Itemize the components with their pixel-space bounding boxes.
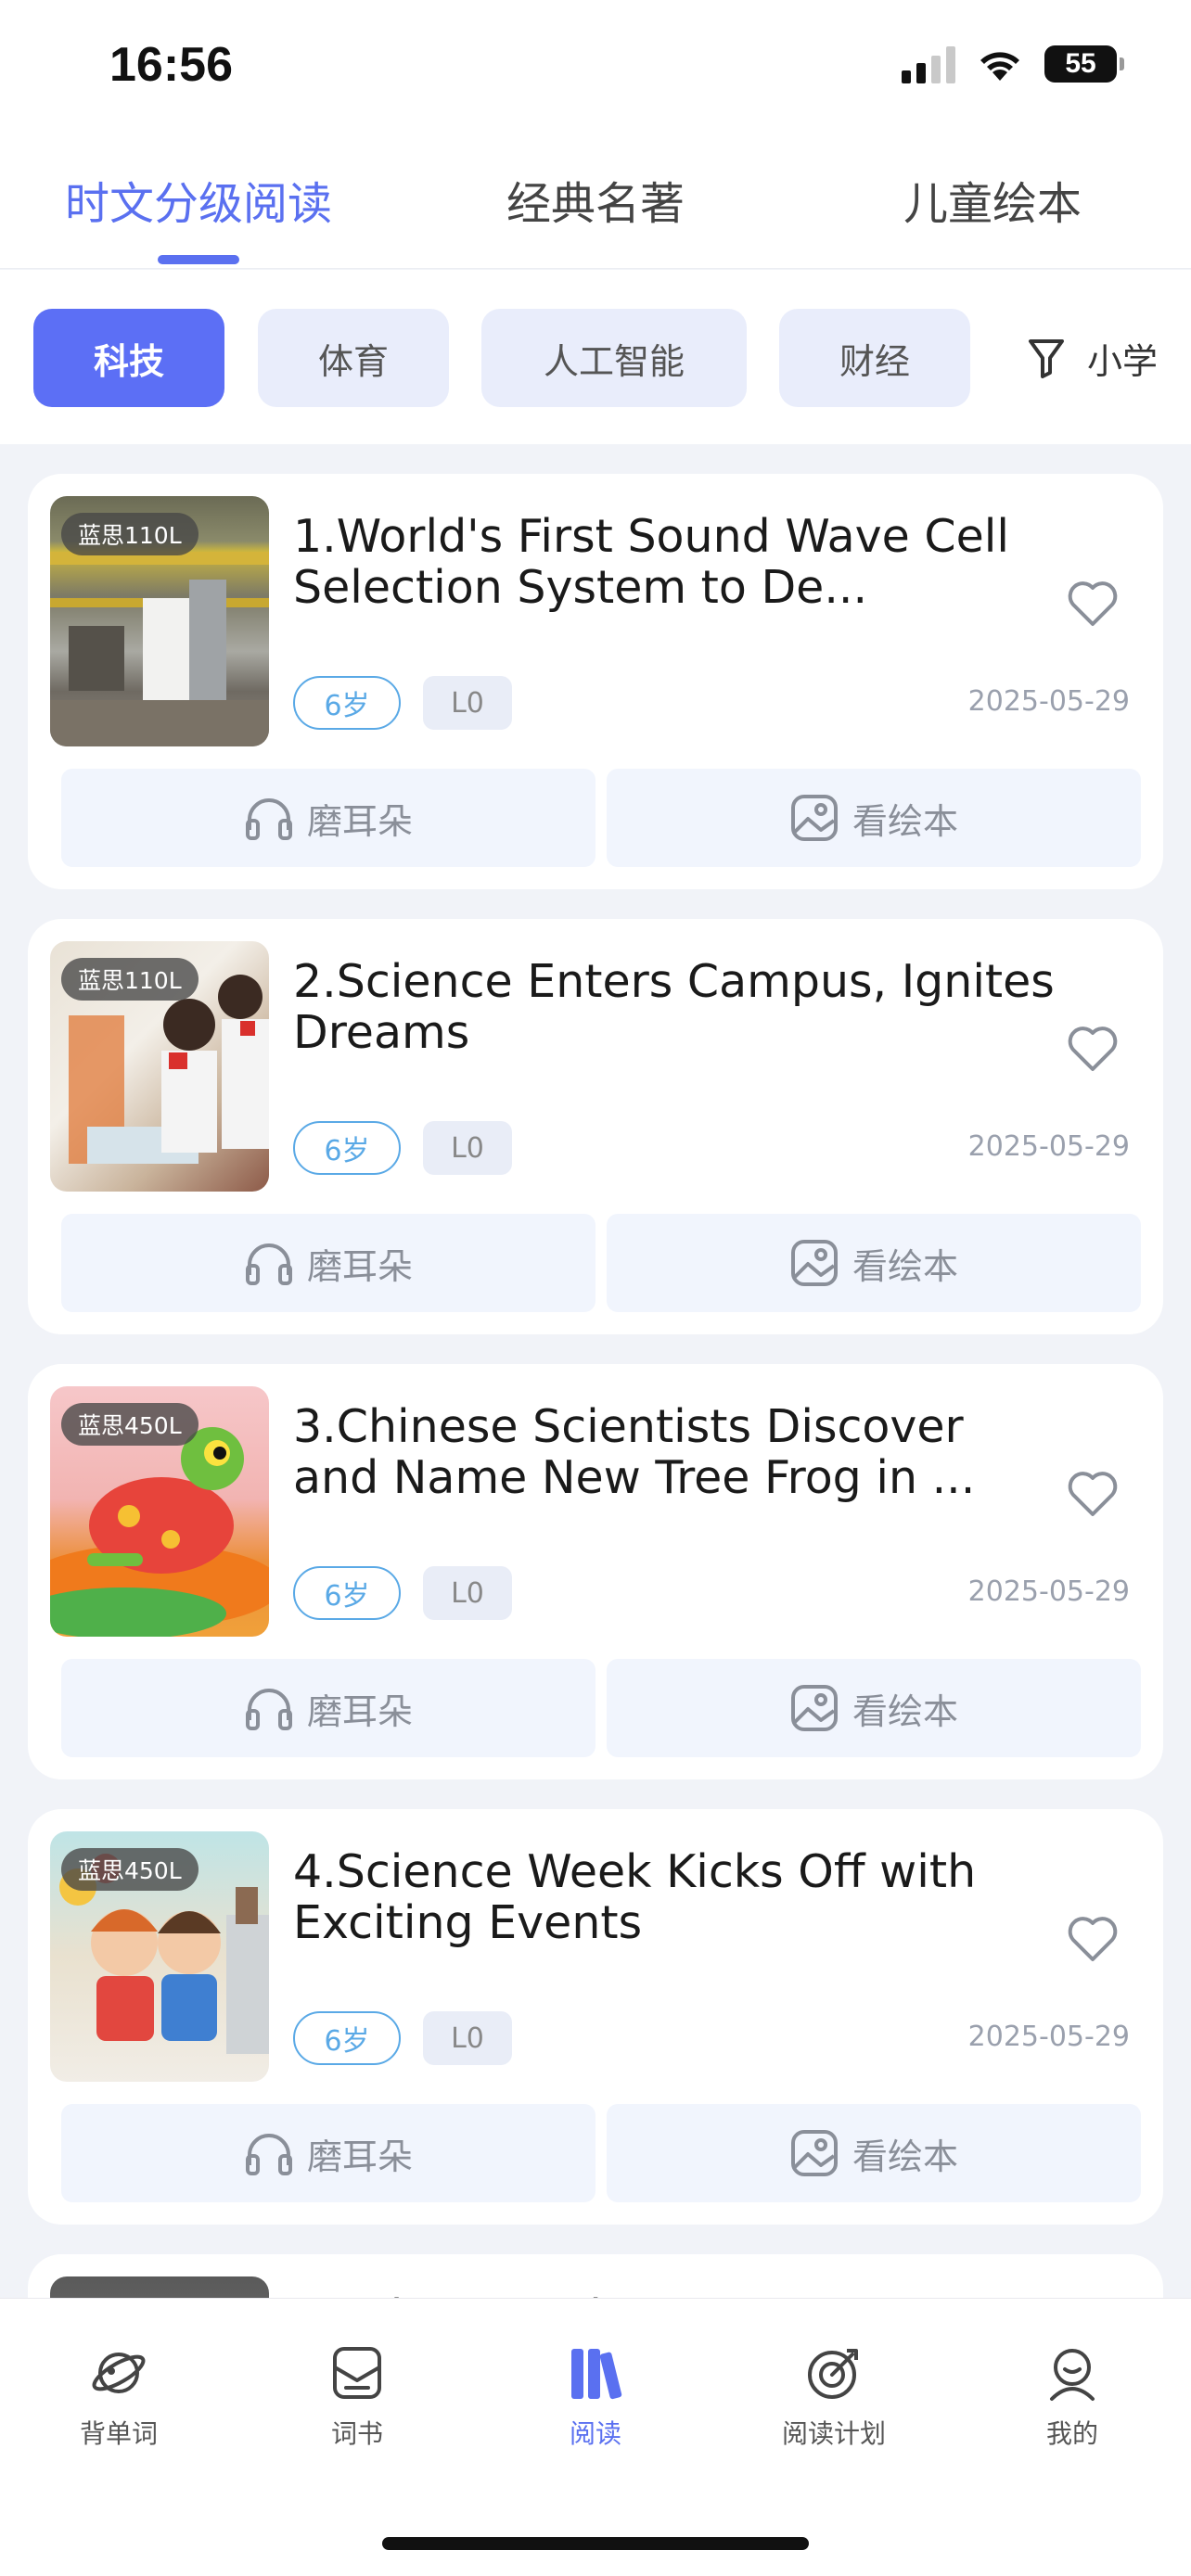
home-indicator[interactable] <box>382 2537 809 2550</box>
age-tag: 6岁 <box>293 1121 401 1175</box>
level-tag: L0 <box>423 676 512 730</box>
battery-icon: 55 <box>1044 45 1124 83</box>
status-icons: 55 <box>902 45 1124 83</box>
active-tab-indicator <box>158 255 239 264</box>
article-card[interactable]: 蓝思450L 4.Science Week Kicks Off with Exc… <box>28 1809 1163 2225</box>
picture-book-button[interactable]: 看绘本 <box>607 2104 1141 2202</box>
article-list: 蓝思110L 1.World's First Sound Wave Cell S… <box>0 444 1191 2299</box>
listen-label: 磨耳朵 <box>306 1690 413 1732</box>
article-title: 4.Science Week Kicks Off with Exciting E… <box>293 1846 977 1948</box>
planet-icon <box>92 2353 146 2393</box>
age-tag: 6岁 <box>293 1566 401 1620</box>
nav-reading-plan[interactable]: 阅读计划 <box>760 2343 908 2451</box>
picture-book-label: 看绘本 <box>852 1690 958 1732</box>
nav-vocabulary[interactable]: 背单词 <box>45 2343 193 2451</box>
image-icon <box>790 2130 838 2176</box>
level-tag: L0 <box>423 2011 512 2065</box>
listen-button[interactable]: 磨耳朵 <box>61 1659 596 1757</box>
lexile-badge: 蓝思450L <box>61 1403 198 1446</box>
article-date: 2025-05-29 <box>967 2021 1130 2053</box>
level-tag: L0 <box>423 1566 512 1620</box>
cellular-signal-icon <box>902 45 955 83</box>
headphones-icon <box>245 1243 292 1285</box>
lexile-badge: 蓝思110L <box>61 958 198 1001</box>
chip-sports[interactable]: 体育 <box>258 309 449 407</box>
picture-book-button[interactable]: 看绘本 <box>607 1659 1141 1757</box>
chip-technology[interactable]: 科技 <box>33 309 224 407</box>
image-icon <box>790 795 838 841</box>
picture-book-button[interactable]: 看绘本 <box>607 1214 1141 1312</box>
article-card[interactable]: 蓝思110L 1.World's First Sound Wave Cell S… <box>28 474 1163 889</box>
article-title: 2.Science Enters Campus, Ignites Dreams <box>293 956 1055 1058</box>
tab-graded-reading[interactable]: 时文分级阅读 <box>0 130 397 268</box>
chip-finance[interactable]: 财经 <box>779 309 970 407</box>
article-date: 2025-05-29 <box>967 1130 1130 1163</box>
status-time: 16:56 <box>109 38 233 92</box>
article-thumbnail: 蓝思450L <box>50 1386 269 1637</box>
status-bar: 16:56 55 <box>0 0 1191 130</box>
article-card[interactable]: 5.Science Helps Pan... <box>28 2254 1163 2299</box>
nav-profile[interactable]: 我的 <box>998 2343 1146 2451</box>
article-date: 2025-05-29 <box>967 1575 1130 1608</box>
filter-icon <box>1028 339 1064 378</box>
nav-label: 背单词 <box>79 2418 158 2449</box>
listen-button[interactable]: 磨耳朵 <box>61 769 596 867</box>
nav-wordbook[interactable]: 词书 <box>283 2343 431 2451</box>
image-icon <box>790 1240 838 1286</box>
listen-label: 磨耳朵 <box>306 2136 413 2177</box>
tab-label: 时文分级阅读 <box>64 177 332 230</box>
picture-book-label: 看绘本 <box>852 2136 958 2177</box>
article-card[interactable]: 蓝思450L 3.Chinese Scientists Discover and… <box>28 1364 1163 1779</box>
wifi-icon <box>980 52 1019 81</box>
image-icon <box>790 1685 838 1731</box>
nav-label: 词书 <box>330 2418 383 2449</box>
grade-filter-label: 小学 <box>1086 340 1158 382</box>
picture-book-label: 看绘本 <box>852 800 958 842</box>
nav-label: 我的 <box>1045 2418 1098 2449</box>
article-date: 2025-05-29 <box>967 685 1130 718</box>
tab-label: 儿童绘本 <box>903 177 1082 230</box>
tab-classics[interactable]: 经典名著 <box>397 130 794 268</box>
listen-button[interactable]: 磨耳朵 <box>61 2104 596 2202</box>
age-tag: 6岁 <box>293 676 401 730</box>
grade-filter-button[interactable]: 小学 <box>1028 309 1158 407</box>
picture-book-label: 看绘本 <box>852 1245 958 1287</box>
headphones-icon <box>245 1689 292 1730</box>
profile-icon <box>1050 2349 1095 2401</box>
listen-button[interactable]: 磨耳朵 <box>61 1214 596 1312</box>
top-tab-bar: 时文分级阅读 经典名著 儿童绘本 <box>0 130 1191 269</box>
listen-label: 磨耳朵 <box>306 1245 413 1287</box>
article-thumbnail: 蓝思110L <box>50 941 269 1192</box>
heart-icon[interactable] <box>1065 1466 1121 1522</box>
nav-reading[interactable]: 阅读 <box>521 2343 670 2451</box>
bottom-navigation: 背单词 词书 阅读 阅读计划 我的 <box>0 2298 1191 2576</box>
article-thumbnail <box>50 2276 269 2299</box>
article-title: 3.Chinese Scientists Discover and Name N… <box>293 1401 976 1503</box>
age-tag: 6岁 <box>293 2011 401 2065</box>
tab-label: 经典名著 <box>506 177 685 230</box>
lexile-badge: 蓝思110L <box>61 513 198 555</box>
chip-ai[interactable]: 人工智能 <box>481 309 747 407</box>
heart-icon[interactable] <box>1065 1911 1121 1967</box>
heart-icon[interactable] <box>1065 1021 1121 1077</box>
headphones-icon <box>245 798 292 840</box>
article-card[interactable]: 蓝思110L 2.Science Enters Campus, Ignites … <box>28 919 1163 1334</box>
article-thumbnail: 蓝思110L <box>50 496 269 746</box>
bookshelf-icon <box>571 2349 622 2400</box>
nav-label: 阅读计划 <box>781 2418 886 2449</box>
headphones-icon <box>245 2134 292 2175</box>
tab-picture-books[interactable]: 儿童绘本 <box>794 130 1191 268</box>
listen-label: 磨耳朵 <box>306 800 413 842</box>
article-thumbnail: 蓝思450L <box>50 1831 269 2082</box>
book-mail-icon <box>333 2347 381 2399</box>
level-tag: L0 <box>423 1121 512 1175</box>
category-filter-bar: 科技 体育 人工智能 财经 小学 <box>0 270 1191 444</box>
article-title: 1.World's First Sound Wave Cell Selectio… <box>293 511 1009 613</box>
heart-icon[interactable] <box>1065 576 1121 631</box>
target-icon <box>808 2349 858 2399</box>
picture-book-button[interactable]: 看绘本 <box>607 769 1141 867</box>
lexile-badge: 蓝思450L <box>61 1848 198 1891</box>
nav-label: 阅读 <box>569 2418 621 2449</box>
